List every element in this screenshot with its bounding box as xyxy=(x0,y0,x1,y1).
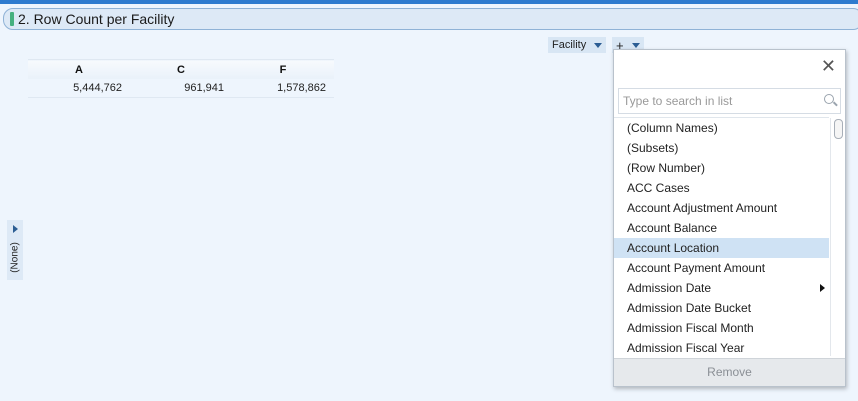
list-item[interactable]: Account Balance xyxy=(614,218,829,238)
column-list: (Column Names) (Subsets) (Row Number) ACC C… xyxy=(614,117,829,358)
submenu-arrow-icon xyxy=(820,284,825,292)
chevron-down-icon[interactable] xyxy=(594,42,603,48)
close-icon[interactable]: ✕ xyxy=(821,57,836,75)
column-selector-dropdown: ✕ (Column Names) (Subsets) (Row Number) ACC… xyxy=(613,49,846,387)
search-input[interactable] xyxy=(619,89,815,113)
column-axis-label: Facility xyxy=(552,39,587,51)
list-item-label: Admission Fiscal Month xyxy=(627,321,754,335)
column-header[interactable]: F xyxy=(232,59,334,79)
column-header[interactable]: C xyxy=(130,59,232,79)
list-item-label: ACC Cases xyxy=(627,181,690,195)
list-item[interactable]: Admission Fiscal Year xyxy=(614,338,829,358)
table-cell[interactable]: 1,578,862 xyxy=(232,79,334,98)
list-item[interactable]: Admission Fiscal Month xyxy=(614,318,829,338)
row-axis-selector[interactable]: (None) xyxy=(7,220,23,280)
list-item[interactable]: Admission Date Bucket xyxy=(614,298,829,318)
list-item-label: (Row Number) xyxy=(627,161,706,175)
remove-button[interactable]: Remove xyxy=(614,358,845,386)
chevron-down-icon[interactable] xyxy=(631,42,640,48)
list-item[interactable]: (Subsets) xyxy=(614,138,829,158)
table-cell[interactable]: 961,941 xyxy=(130,79,232,98)
table-header-row: A C F xyxy=(28,59,334,79)
cross-table: A C F 5,444,762 961,941 1,578,862 xyxy=(28,59,334,98)
column-axis-selector[interactable]: Facility xyxy=(548,37,607,53)
list-item-label: Admission Date xyxy=(627,281,712,295)
list-item-label: Account Balance xyxy=(627,221,718,235)
list-item-label: (Column Names) xyxy=(627,121,718,135)
visualization-title-bar[interactable]: 2. Row Count per Facility xyxy=(3,8,858,30)
top-accent-bar xyxy=(0,0,858,4)
row-axis-label: (None) xyxy=(9,242,21,273)
search-icon xyxy=(824,94,834,104)
list-item[interactable]: Admission Date xyxy=(614,278,829,298)
table-cell[interactable]: 5,444,762 xyxy=(28,79,130,98)
list-item[interactable]: ACC Cases xyxy=(614,178,829,198)
list-item-label: Account Adjustment Amount xyxy=(627,201,778,215)
list-item-label: Admission Date Bucket xyxy=(627,301,752,315)
scrollbar-thumb[interactable] xyxy=(834,119,843,139)
list-item[interactable]: Account Adjustment Amount xyxy=(614,198,829,218)
list-item-label: Account Payment Amount xyxy=(627,261,766,275)
list-item[interactable]: Account Location xyxy=(614,238,829,258)
chevron-right-icon[interactable] xyxy=(13,225,18,233)
visualization-title: 2. Row Count per Facility xyxy=(18,11,175,27)
list-item[interactable]: Account Payment Amount xyxy=(614,258,829,278)
list-item[interactable]: (Row Number) xyxy=(614,158,829,178)
title-color-marker xyxy=(10,12,14,26)
list-item[interactable]: (Column Names) xyxy=(614,118,829,138)
table-row: 5,444,762 961,941 1,578,862 xyxy=(28,79,334,98)
search-box xyxy=(618,88,841,114)
list-scrollbar[interactable] xyxy=(830,118,843,356)
column-header[interactable]: A xyxy=(28,59,130,79)
list-item-label: (Subsets) xyxy=(627,141,679,155)
list-item-label: Account Location xyxy=(627,241,720,255)
list-item-label: Admission Fiscal Year xyxy=(627,341,745,355)
